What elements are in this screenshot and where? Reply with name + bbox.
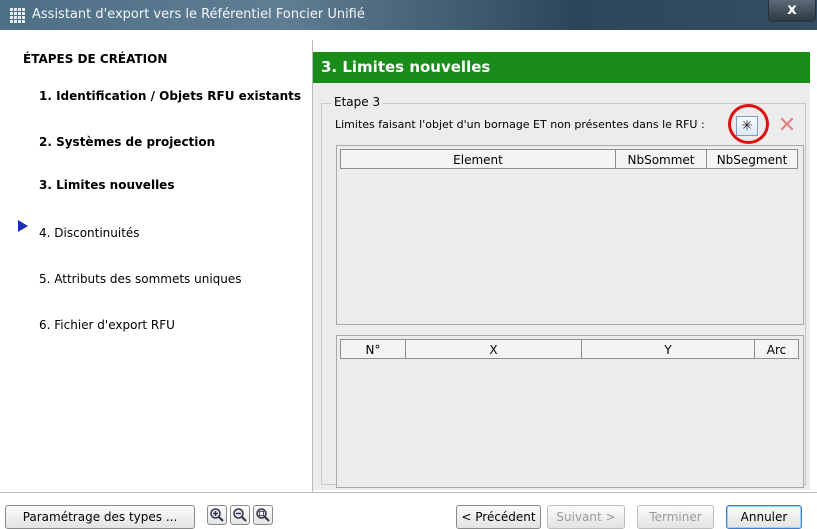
step-3-label: 3. Limites nouvelles [39, 178, 175, 192]
limits-description: Limites faisant l'objet d'un bornage ET … [335, 118, 705, 131]
zoom-extent-icon [256, 508, 270, 522]
window-title: Assistant d'export vers le Référentiel F… [32, 7, 365, 22]
step-5-label: 5. Attributs des sommets uniques [39, 272, 242, 286]
current-step-arrow-icon [18, 220, 28, 232]
step-1-label: 1. Identification / Objets RFU existants [39, 89, 302, 103]
previous-button[interactable]: < Précédent [456, 505, 541, 529]
steps-sidebar: ÉTAPES DE CRÉATION 1. Identification / O… [0, 40, 312, 480]
delete-limit-button[interactable]: ✕ [774, 113, 800, 139]
step-6-label: 6. Fichier d'export RFU [39, 318, 175, 332]
finish-button[interactable]: Terminer [637, 505, 714, 529]
column-header-nbsegment[interactable]: NbSegment [706, 149, 798, 169]
zoom-in-icon [210, 508, 224, 522]
window-titlebar: Assistant d'export vers le Référentiel F… [0, 0, 817, 30]
settings-types-button[interactable]: Paramétrage des types ... [5, 505, 195, 529]
app-grid-icon [10, 8, 26, 24]
zoom-in-button[interactable] [207, 505, 227, 525]
limits-table-header: Element NbSommet NbSegment [340, 149, 798, 169]
group-label: Etape 3 [331, 95, 384, 109]
points-table[interactable]: N° X Y Arc [336, 335, 804, 488]
column-header-x[interactable]: X [405, 339, 582, 359]
column-header-element[interactable]: Element [340, 149, 616, 169]
step-4-label: 4. Discontinuités [39, 226, 140, 240]
zoom-out-icon [233, 508, 247, 522]
points-table-header: N° X Y Arc [340, 339, 799, 359]
panel-title: 3. Limites nouvelles [313, 52, 810, 83]
highlight-circle [728, 104, 769, 144]
step-2-label: 2. Systèmes de projection [39, 135, 216, 149]
limits-table[interactable]: Element NbSommet NbSegment [336, 145, 804, 325]
column-header-nbsommet[interactable]: NbSommet [615, 149, 707, 169]
column-header-arc[interactable]: Arc [754, 339, 799, 359]
column-header-number[interactable]: N° [340, 339, 406, 359]
steps-heading: ÉTAPES DE CRÉATION [23, 52, 168, 66]
next-button[interactable]: Suivant > [547, 505, 625, 529]
column-header-y[interactable]: Y [581, 339, 755, 359]
zoom-extent-button[interactable] [253, 505, 273, 525]
zoom-out-button[interactable] [230, 505, 250, 525]
delete-x-icon: ✕ [777, 113, 797, 138]
footer-bar: Paramétrage des types ... < Précédent Su… [0, 493, 817, 529]
step-panel: Etape 3 Limites faisant l'objet d'un bor… [313, 83, 810, 490]
close-button[interactable]: x [768, 0, 816, 22]
cancel-button[interactable]: Annuler [726, 505, 802, 529]
